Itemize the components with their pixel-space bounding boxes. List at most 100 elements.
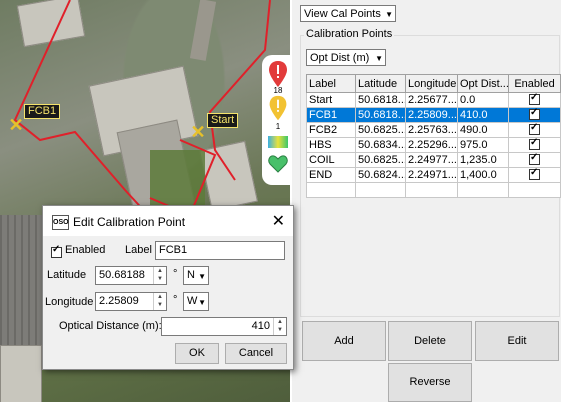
table-cell-enabled xyxy=(508,137,561,153)
column-header-label[interactable]: Label xyxy=(306,74,356,93)
table-row[interactable]: HBS 50.6834... 2.25296... 975.0 xyxy=(306,137,561,153)
table-cell-lat: 50.6818... xyxy=(355,107,406,123)
table-cell-lat: 50.6818... xyxy=(355,92,406,108)
table-cell-lat: 50.6825... xyxy=(355,122,406,138)
longitude-label: Longitude xyxy=(45,296,94,308)
column-header-enabled[interactable]: Enabled xyxy=(508,74,561,93)
longitude-hemisphere-select[interactable]: W ▼ xyxy=(183,292,209,311)
close-icon[interactable]: ✕ xyxy=(272,211,285,231)
chevron-down-icon: ▼ xyxy=(385,10,393,19)
optical-distance-input[interactable]: 410 ▲ ▼ xyxy=(161,317,287,336)
enabled-checkbox[interactable] xyxy=(51,244,62,258)
latitude-value: 50.68188 xyxy=(99,269,145,281)
dialog-titlebar[interactable]: OSO Edit Calibration Point ✕ xyxy=(43,206,293,236)
spin-arrows-icon[interactable]: ▲ ▼ xyxy=(153,293,166,310)
cal-point-marker-icon[interactable]: ✕ xyxy=(189,123,207,141)
table-row[interactable]: Start 50.6818... 2.25677... 0.0 xyxy=(306,92,561,108)
calibration-table[interactable]: Label Latitude Longitude Opt Dist... Ena… xyxy=(306,74,561,198)
edit-button[interactable]: Edit xyxy=(475,321,559,361)
table-row[interactable]: FCB2 50.6825... 2.25763... 490.0 xyxy=(306,122,561,138)
view-select[interactable]: View Cal Points ▼ xyxy=(300,5,396,22)
enabled-checkbox[interactable] xyxy=(529,139,540,151)
table-row[interactable]: FCB1 50.6818... 2.25809... 410.0 xyxy=(306,107,561,123)
column-header-latitude[interactable]: Latitude xyxy=(355,74,406,93)
cancel-button[interactable]: Cancel xyxy=(225,343,287,364)
table-cell-dist: 490.0 xyxy=(457,122,509,138)
chevron-down-icon: ▼ xyxy=(375,54,383,63)
layers-icon[interactable] xyxy=(267,133,289,151)
degree-symbol: ° xyxy=(173,294,178,306)
spin-arrows-icon[interactable]: ▲ ▼ xyxy=(273,318,286,335)
enabled-checkbox[interactable] xyxy=(529,109,540,121)
cal-point-marker-icon[interactable]: ✕ xyxy=(7,116,25,134)
table-cell-enabled xyxy=(508,122,561,138)
enabled-checkbox[interactable] xyxy=(529,154,540,166)
table-cell-empty xyxy=(405,182,458,198)
table-row[interactable]: COIL 50.6825... 2.24977... 1,235.0 xyxy=(306,152,561,168)
table-cell-lon: 2.25296... xyxy=(405,137,458,153)
table-cell-lat: 50.6834... xyxy=(355,137,406,153)
table-cell-enabled xyxy=(508,107,561,123)
label-input[interactable]: FCB1 xyxy=(155,241,285,260)
spin-arrows-icon[interactable]: ▲ ▼ xyxy=(153,267,166,284)
table-cell-label: FCB1 xyxy=(306,107,356,123)
degree-symbol: ° xyxy=(173,268,178,280)
table-cell-label: FCB2 xyxy=(306,122,356,138)
enabled-label[interactable]: Enabled xyxy=(65,244,105,256)
enabled-checkbox[interactable] xyxy=(529,169,540,181)
group-title: Calibration Points xyxy=(304,28,395,40)
table-cell-empty xyxy=(457,182,509,198)
longitude-input[interactable]: 2.25809 ▲ ▼ xyxy=(95,292,167,311)
table-cell-empty xyxy=(355,182,406,198)
table-header-row: Label Latitude Longitude Opt Dist... Ena… xyxy=(306,74,561,93)
table-cell-dist: 975.0 xyxy=(457,137,509,153)
reverse-button[interactable]: Reverse xyxy=(388,363,472,402)
map-side-toolbar: 18 1 xyxy=(262,55,292,185)
enabled-checkbox[interactable] xyxy=(529,124,540,136)
latitude-hemisphere-value: N xyxy=(187,269,195,281)
table-cell-empty xyxy=(306,182,356,198)
chevron-down-icon: ▼ xyxy=(198,272,206,281)
dialog-title: Edit Calibration Point xyxy=(73,215,186,229)
table-row-empty xyxy=(306,182,561,198)
route-line xyxy=(149,139,217,217)
table-cell-enabled xyxy=(508,92,561,108)
table-cell-lat: 50.6824... xyxy=(355,167,406,183)
add-button[interactable]: Add xyxy=(302,321,386,361)
edit-calibration-dialog: OSO Edit Calibration Point ✕ Enabled Lab… xyxy=(42,205,294,370)
table-cell-enabled xyxy=(508,152,561,168)
longitude-hemisphere-value: W xyxy=(187,295,198,307)
warning-marker-icon[interactable] xyxy=(267,95,289,125)
heart-icon[interactable] xyxy=(267,155,289,175)
latitude-hemisphere-select[interactable]: N ▼ xyxy=(183,266,209,285)
table-cell-label: END xyxy=(306,167,356,183)
sort-select-value: Opt Dist (m) xyxy=(310,52,370,64)
delete-button[interactable]: Delete xyxy=(388,321,472,361)
table-cell-dist: 410.0 xyxy=(457,107,509,123)
table-cell-label: Start xyxy=(306,92,356,108)
ok-button[interactable]: OK xyxy=(175,343,219,364)
error-count: 18 xyxy=(273,86,283,95)
column-header-opt-dist[interactable]: Opt Dist... xyxy=(457,74,509,93)
marker-label-fcb1: FCB1 xyxy=(24,104,61,119)
warning-count: 1 xyxy=(275,122,281,131)
column-header-longitude[interactable]: Longitude xyxy=(405,74,458,93)
latitude-input[interactable]: 50.68188 ▲ ▼ xyxy=(95,266,167,285)
table-cell-lon: 2.24971... xyxy=(405,167,458,183)
table-cell-lon: 2.24977... xyxy=(405,152,458,168)
longitude-value: 2.25809 xyxy=(99,295,139,307)
table-cell-lat: 50.6825... xyxy=(355,152,406,168)
table-row[interactable]: END 50.6824... 2.24971... 1,400.0 xyxy=(306,167,561,183)
table-cell-empty xyxy=(508,182,561,198)
chevron-down-icon: ▼ xyxy=(198,298,206,307)
latitude-label: Latitude xyxy=(47,269,87,281)
enabled-checkbox[interactable] xyxy=(529,94,540,106)
app-logo-icon: OSO xyxy=(52,215,69,230)
table-cell-label: COIL xyxy=(306,152,356,168)
route-line xyxy=(208,0,271,181)
table-cell-dist: 1,400.0 xyxy=(457,167,509,183)
table-cell-dist: 0.0 xyxy=(457,92,509,108)
calibration-panel: View Cal Points ▼ Calibration Points Opt… xyxy=(292,0,561,402)
table-cell-lon: 2.25809... xyxy=(405,107,458,123)
sort-select[interactable]: Opt Dist (m) ▼ xyxy=(306,49,386,66)
